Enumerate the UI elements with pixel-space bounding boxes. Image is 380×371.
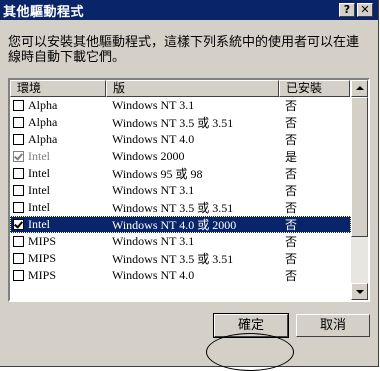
table-row[interactable]: Intel Windows 95 或 98 否 (10, 165, 351, 182)
installed-cell: 否 (285, 133, 298, 147)
version-cell: Windows NT 3.5 或 3.51 (112, 252, 234, 266)
installed-cell: 否 (285, 201, 298, 215)
table-row[interactable]: Intel Windows NT 3.5 或 3.51 否 (10, 199, 351, 216)
cancel-button[interactable]: 取消 (296, 314, 370, 337)
list-rows: Alpha Windows NT 3.1 否 Alpha Windows NT 3.5 … (10, 97, 351, 284)
installed-cell: 否 (285, 184, 298, 198)
version-cell: Windows NT 4.0 或 2000 (112, 218, 237, 232)
additional-drivers-dialog: 其他驅動程式 ? ✕ 您可以安裝其他驅動程式，這樣下列系統中的使用者可以在連線時… (0, 0, 379, 367)
environment-cell: MIPS (28, 251, 57, 265)
installed-cell: 是 (285, 150, 298, 164)
installed-cell: 否 (285, 167, 298, 181)
version-cell: Windows 95 或 98 (112, 167, 203, 181)
close-button[interactable]: ✕ (357, 3, 373, 17)
dialog-title: 其他驅動程式 (3, 4, 85, 20)
version-cell: Windows NT 4.0 (112, 268, 195, 282)
list-header: 環境 版 已安裝 (10, 80, 350, 97)
driver-checkbox[interactable] (13, 270, 24, 281)
version-cell: Windows NT 3.1 (112, 98, 195, 112)
driver-checkbox[interactable] (13, 117, 24, 128)
vertical-scrollbar[interactable] (351, 80, 368, 300)
version-cell: Windows NT 3.5 或 3.51 (112, 116, 234, 130)
description-text: 您可以安裝其他驅動程式，這樣下列系統中的使用者可以在連線時自動下載它們。 (8, 35, 360, 65)
environment-cell: Alpha (28, 132, 58, 146)
driver-checkbox[interactable] (13, 134, 24, 145)
scroll-thumb[interactable] (351, 97, 368, 237)
column-header-version[interactable]: 版 (106, 80, 279, 97)
installed-cell: 否 (285, 99, 298, 113)
table-row[interactable]: MIPS Windows NT 4.0 否 (10, 267, 351, 284)
installed-cell: 否 (285, 235, 298, 249)
column-header-installed[interactable]: 已安裝 (279, 80, 350, 97)
version-cell: Windows NT 3.1 (112, 183, 195, 197)
environment-cell: MIPS (28, 234, 57, 248)
environment-cell: Intel (28, 200, 50, 214)
installed-cell: 否 (285, 116, 298, 130)
installed-cell: 否 (285, 252, 298, 266)
arrow-up-icon (356, 86, 364, 90)
version-cell: Windows NT 3.1 (112, 234, 195, 248)
column-header-environment[interactable]: 環境 (10, 80, 106, 97)
installed-cell: 否 (285, 269, 298, 283)
table-row[interactable]: Alpha Windows NT 3.1 否 (10, 97, 351, 114)
environment-cell: Alpha (28, 115, 58, 129)
scroll-down-button[interactable] (351, 283, 368, 300)
highlight-ellipse (206, 333, 294, 371)
driver-checkbox[interactable] (13, 202, 24, 213)
title-bar[interactable]: 其他驅動程式 ? ✕ (0, 0, 378, 20)
driver-checkbox[interactable] (13, 236, 24, 247)
arrow-down-icon (356, 290, 364, 294)
table-row[interactable]: Alpha Windows NT 3.5 或 3.51 否 (10, 114, 351, 131)
driver-checkbox[interactable] (13, 168, 24, 179)
table-row[interactable]: Alpha Windows NT 4.0 否 (10, 131, 351, 148)
environment-cell: Intel (28, 217, 50, 231)
table-row[interactable]: Intel Windows NT 3.1 否 (10, 182, 351, 199)
installed-cell: 否 (285, 218, 298, 232)
driver-checkbox[interactable] (13, 253, 24, 264)
environment-cell: Intel (28, 183, 50, 197)
environment-cell: MIPS (28, 268, 57, 282)
driver-checkbox[interactable] (13, 219, 24, 230)
scroll-up-button[interactable] (351, 80, 368, 97)
environment-cell: Intel (28, 166, 50, 180)
version-cell: Windows 2000 (112, 149, 185, 163)
driver-checkbox[interactable] (13, 185, 24, 196)
table-row[interactable]: Intel Windows 2000 是 (10, 148, 351, 165)
table-row[interactable]: Intel Windows NT 4.0 或 2000 否 (10, 216, 351, 233)
environment-cell: Alpha (28, 98, 58, 112)
environment-cell: Intel (28, 149, 50, 163)
table-row[interactable]: MIPS Windows NT 3.1 否 (10, 233, 351, 250)
driver-checkbox[interactable] (13, 100, 24, 111)
driver-checkbox (13, 151, 24, 162)
version-cell: Windows NT 3.5 或 3.51 (112, 201, 234, 215)
table-row[interactable]: MIPS Windows NT 3.5 或 3.51 否 (10, 250, 351, 267)
version-cell: Windows NT 4.0 (112, 132, 195, 146)
drivers-list[interactable]: 環境 版 已安裝 Alpha Windows NT 3.1 否 Alpha Window… (8, 78, 370, 302)
help-button[interactable]: ? (339, 3, 355, 17)
